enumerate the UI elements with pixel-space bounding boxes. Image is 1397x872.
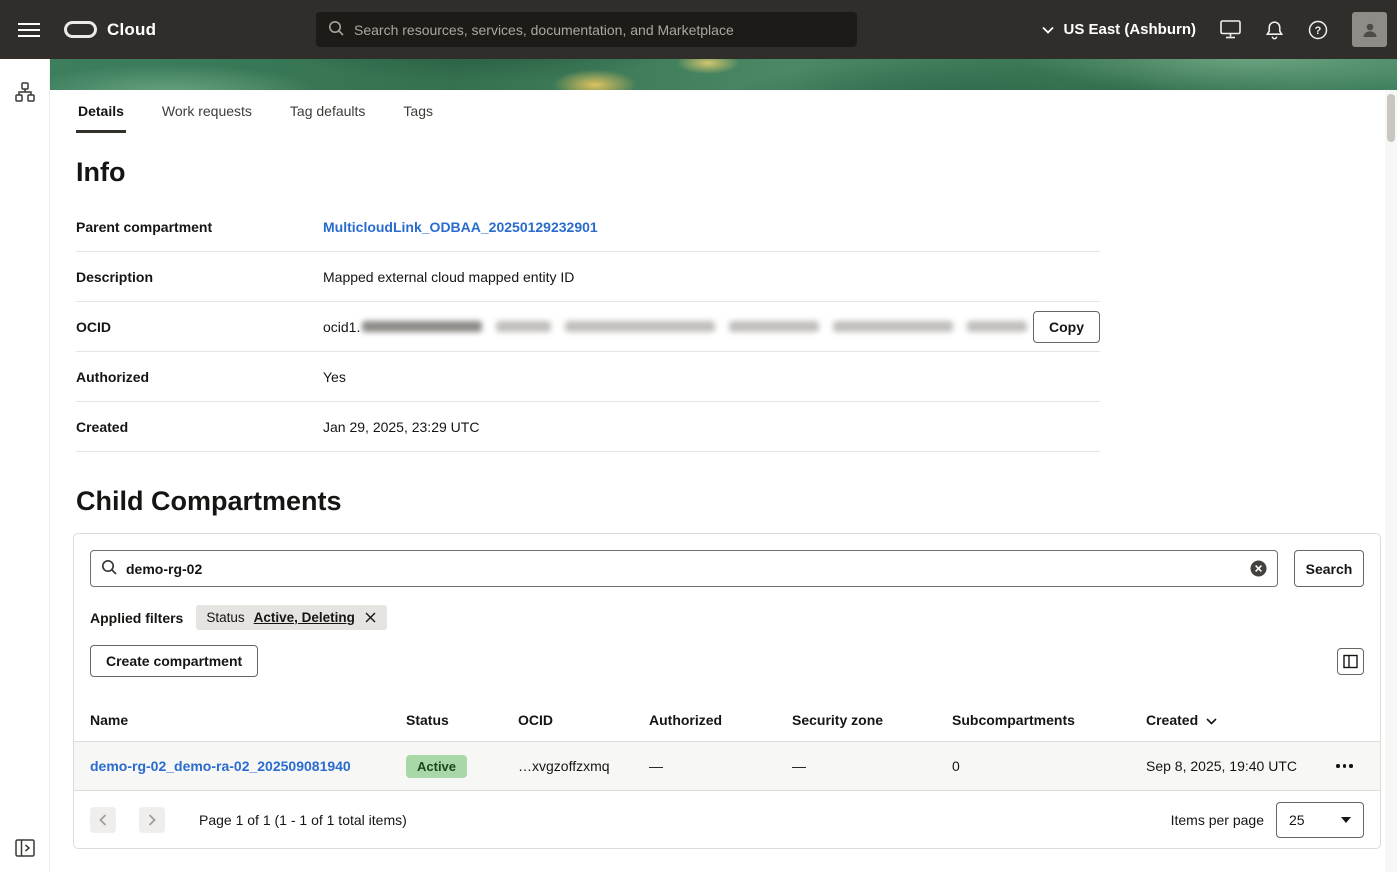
panel-toggle-icon[interactable] <box>15 839 35 860</box>
status-filter-chip[interactable]: Status Active, Deleting <box>196 605 387 630</box>
info-label: Parent compartment <box>76 219 323 235</box>
search-icon <box>328 20 344 39</box>
region-selector[interactable]: US East (Ashburn) <box>1042 21 1196 38</box>
top-bar-actions: US East (Ashburn) ? <box>1042 0 1387 59</box>
description-value: Mapped external cloud mapped entity ID <box>323 269 1100 285</box>
tab-work-requests[interactable]: Work requests <box>160 103 254 133</box>
column-header-status[interactable]: Status <box>406 712 518 728</box>
authorized-value: Yes <box>323 369 1100 385</box>
filter-chip-value[interactable]: Active, Deleting <box>254 610 355 625</box>
applied-filters-label: Applied filters <box>90 610 183 626</box>
row-subcompartments: 0 <box>952 758 1146 774</box>
tab-tag-defaults[interactable]: Tag defaults <box>288 103 368 133</box>
items-per-page-label: Items per page <box>1171 812 1264 828</box>
clear-search-icon[interactable] <box>1250 560 1267 577</box>
notifications-bell-icon[interactable] <box>1265 20 1284 40</box>
pagination-bar: Page 1 of 1 (1 - 1 of 1 total items) Ite… <box>74 791 1380 848</box>
tab-tags[interactable]: Tags <box>401 103 435 133</box>
row-authorized: — <box>649 758 792 774</box>
table-row[interactable]: demo-rg-02_demo-ra-02_202509081940 Activ… <box>74 741 1380 791</box>
global-search-bar[interactable] <box>316 12 857 47</box>
main-content: Details Work requests Tag defaults Tags … <box>50 59 1397 872</box>
compartments-icon[interactable] <box>14 81 36 106</box>
parent-compartment-link[interactable]: MulticloudLink_ODBAA_20250129232901 <box>323 219 598 235</box>
cloud-shell-icon[interactable] <box>1220 20 1241 39</box>
compartment-search-box[interactable] <box>90 550 1278 587</box>
pagination-text: Page 1 of 1 (1 - 1 of 1 total items) <box>199 812 407 828</box>
column-header-ocid[interactable]: OCID <box>518 712 649 728</box>
table-header: Name Status OCID Authorized Security zon… <box>74 699 1380 741</box>
copy-ocid-button[interactable]: Copy <box>1033 311 1100 343</box>
oracle-logo-icon <box>64 21 97 38</box>
top-bar: Cloud US East (Ashburn) ? <box>0 0 1397 59</box>
tab-details[interactable]: Details <box>76 103 126 133</box>
table-actions-row: Create compartment <box>74 630 1380 691</box>
redacted-ocid <box>362 321 1033 332</box>
detail-tabs: Details Work requests Tag defaults Tags <box>50 90 1397 133</box>
info-label: OCID <box>76 319 323 335</box>
status-badge: Active <box>406 755 467 778</box>
info-label: Description <box>76 269 323 285</box>
left-icon-sidebar <box>0 59 50 872</box>
search-button[interactable]: Search <box>1294 550 1364 587</box>
row-created: Sep 8, 2025, 19:40 UTC <box>1146 758 1332 774</box>
row-actions-menu-icon[interactable] <box>1332 758 1357 774</box>
help-icon[interactable]: ? <box>1308 20 1328 40</box>
previous-page-button[interactable] <box>90 807 116 833</box>
chevron-down-icon <box>1042 21 1054 38</box>
caret-down-icon <box>1341 817 1351 823</box>
filter-chip-prefix: Status <box>206 610 244 625</box>
compartment-name-link[interactable]: demo-rg-02_demo-ra-02_202509081940 <box>90 758 351 774</box>
user-avatar[interactable] <box>1352 12 1387 47</box>
brand-logo[interactable]: Cloud <box>64 20 156 40</box>
info-row-created: Created Jan 29, 2025, 23:29 UTC <box>76 402 1100 452</box>
search-icon <box>101 559 117 578</box>
global-search-input[interactable] <box>354 22 845 38</box>
svg-text:?: ? <box>1315 25 1322 37</box>
info-row-description: Description Mapped external cloud mapped… <box>76 252 1100 302</box>
row-ocid: …xvgzoffzxmq <box>518 758 649 774</box>
column-settings-icon[interactable] <box>1337 648 1364 675</box>
remove-filter-icon[interactable] <box>364 611 377 624</box>
next-page-button[interactable] <box>139 807 165 833</box>
info-heading: Info <box>76 157 1381 188</box>
column-header-subcompartments[interactable]: Subcompartments <box>952 712 1146 728</box>
region-label: US East (Ashburn) <box>1063 21 1196 38</box>
sort-chevron-down-icon[interactable] <box>1206 712 1217 728</box>
column-header-security-zone[interactable]: Security zone <box>792 712 952 728</box>
info-label: Created <box>76 419 323 435</box>
items-per-page-value: 25 <box>1289 812 1305 828</box>
column-header-created[interactable]: Created <box>1146 712 1332 728</box>
items-per-page-select[interactable]: 25 <box>1276 802 1364 838</box>
create-compartment-button[interactable]: Create compartment <box>90 645 258 677</box>
brand-name: Cloud <box>107 20 156 40</box>
child-compartments-heading: Child Compartments <box>76 486 1381 517</box>
row-security-zone: — <box>792 758 952 774</box>
info-key-value-list: Parent compartment MulticloudLink_ODBAA_… <box>76 202 1100 452</box>
child-compartments-card: Search Applied filters Status Active, De… <box>73 533 1381 849</box>
hamburger-menu-icon[interactable] <box>18 20 44 40</box>
scrollbar[interactable] <box>1385 90 1397 872</box>
info-row-ocid: OCID ocid1. Copy <box>76 302 1100 352</box>
decorative-banner <box>50 59 1397 90</box>
compartment-search-input[interactable] <box>126 561 1241 577</box>
info-row-authorized: Authorized Yes <box>76 352 1100 402</box>
column-header-authorized[interactable]: Authorized <box>649 712 792 728</box>
info-row-parent-compartment: Parent compartment MulticloudLink_ODBAA_… <box>76 202 1100 252</box>
created-value: Jan 29, 2025, 23:29 UTC <box>323 419 1100 435</box>
info-label: Authorized <box>76 369 323 385</box>
ocid-value-prefix: ocid1. <box>323 319 360 335</box>
applied-filters-row: Applied filters Status Active, Deleting <box>74 603 1380 630</box>
column-header-name[interactable]: Name <box>74 712 406 728</box>
scrollbar-thumb[interactable] <box>1387 94 1395 142</box>
